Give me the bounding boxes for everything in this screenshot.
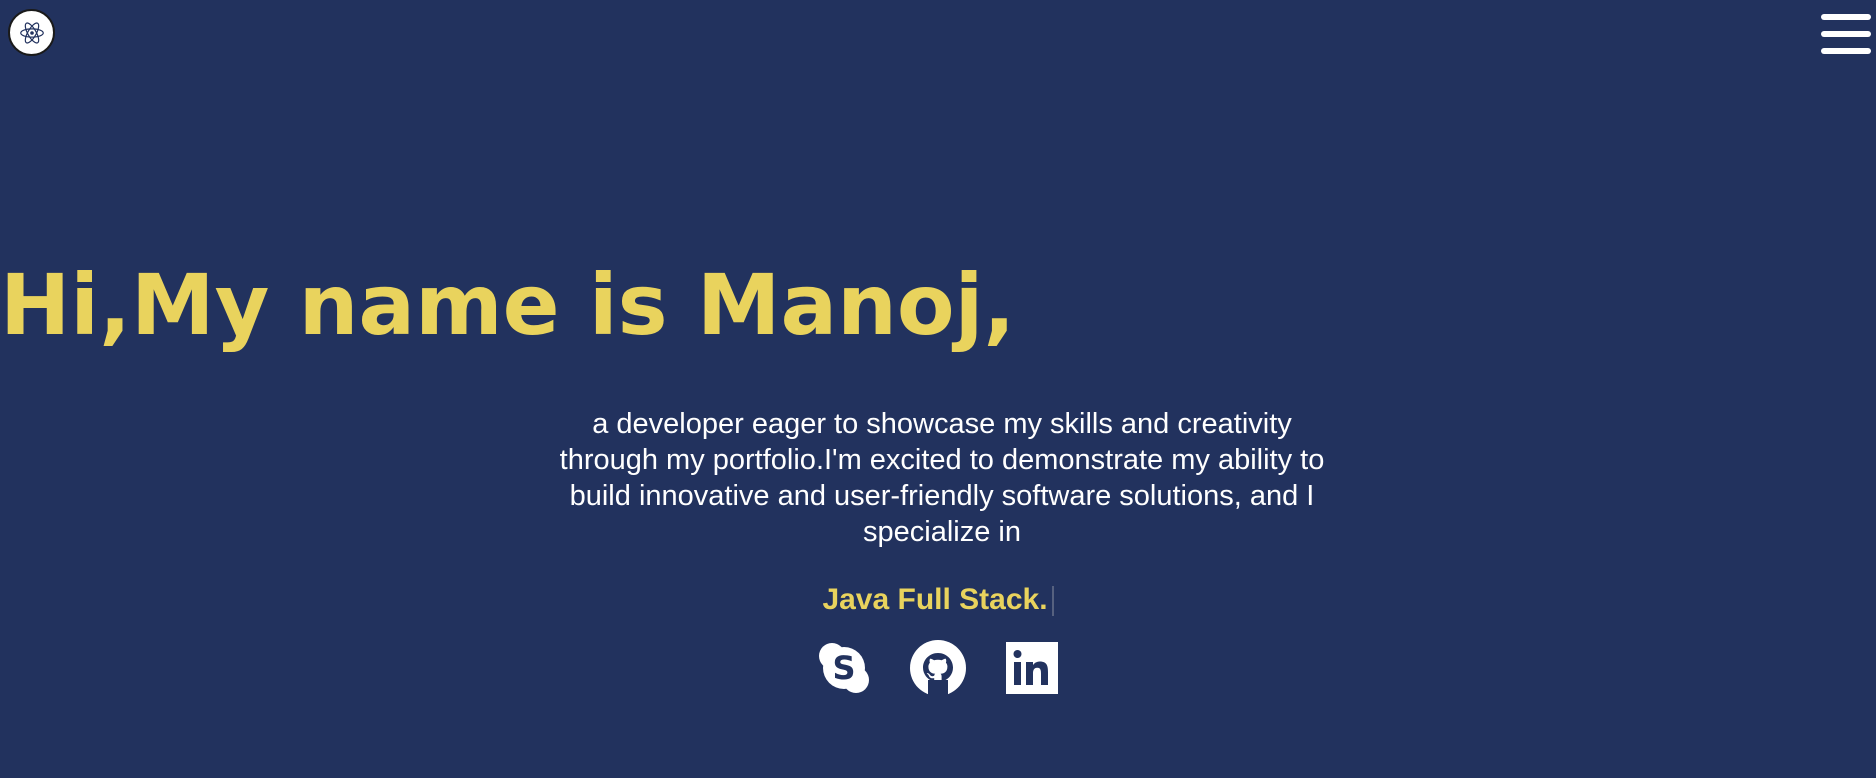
github-icon[interactable]	[910, 640, 966, 696]
social-links: S	[816, 638, 1060, 698]
hero-intro: a developer eager to showcase my skills …	[559, 408, 1325, 548]
skype-icon[interactable]: S	[816, 640, 872, 696]
typing-cursor	[1051, 586, 1054, 617]
hamburger-menu-icon[interactable]	[1821, 14, 1871, 54]
menu-bar	[1821, 48, 1871, 54]
hero-title: Hi,My name is Manoj,	[0, 256, 1016, 354]
svg-text:S: S	[832, 649, 855, 687]
page: Hi,My name is Manoj, a developer eager t…	[0, 0, 1876, 778]
menu-bar	[1821, 31, 1871, 37]
menu-bar	[1821, 14, 1871, 20]
specialty-text: Java Full Stack.	[822, 583, 1048, 616]
specialty-line: Java Full Stack.	[0, 580, 1876, 620]
linkedin-icon[interactable]	[1004, 640, 1060, 696]
atom-icon[interactable]	[8, 9, 55, 56]
